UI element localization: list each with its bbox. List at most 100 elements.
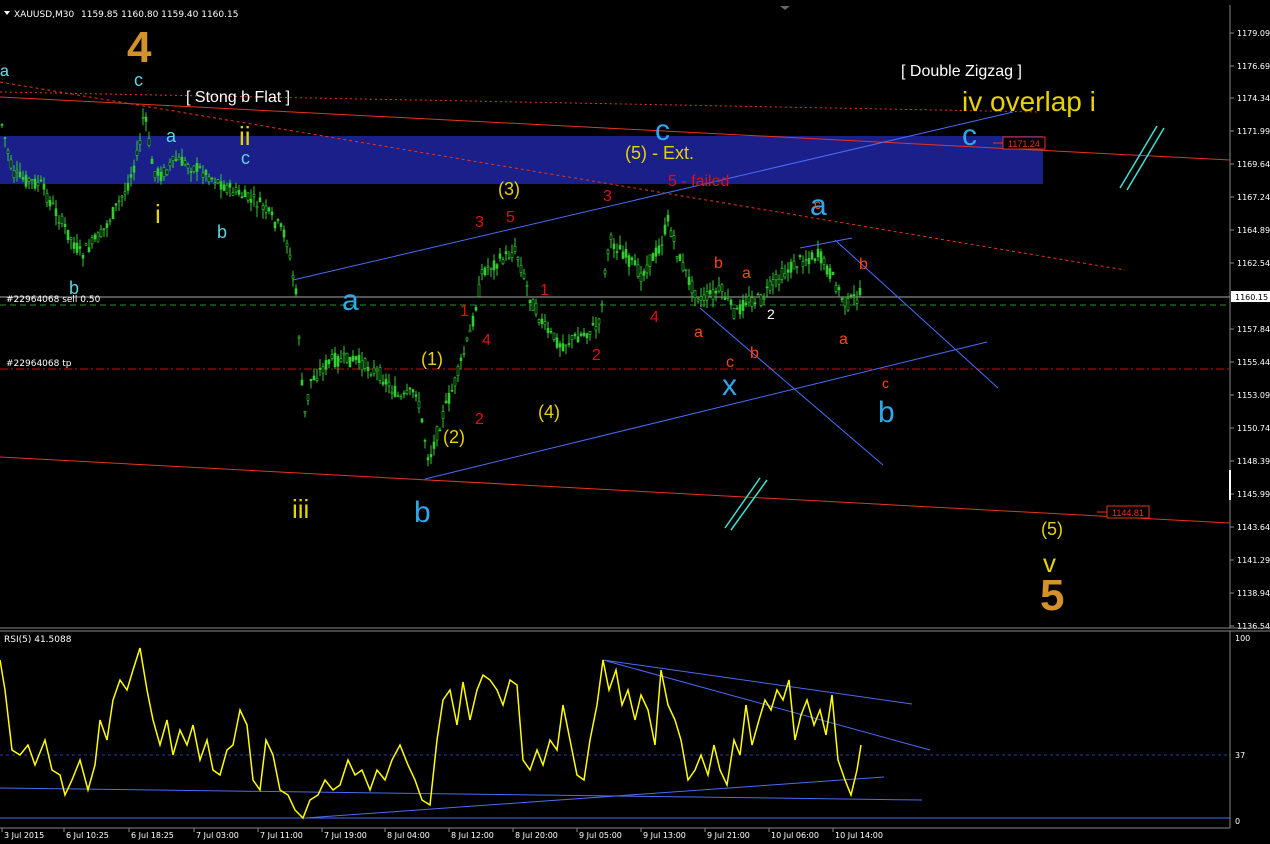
time-tick-label: 9 Jul 05:00 (579, 831, 622, 840)
time-tick-label: 8 Jul 12:00 (451, 831, 494, 840)
time-tick-label: 6 Jul 18:25 (131, 831, 174, 840)
candle (678, 253, 682, 262)
time-tick-label: 9 Jul 13:00 (643, 831, 686, 840)
time-tick-label: 7 Jul 19:00 (324, 831, 367, 840)
candle (759, 293, 763, 308)
wave-label: (1) (421, 349, 443, 369)
wave-label: (3) (498, 179, 520, 199)
price-tick-label: 1143.64 (1237, 523, 1270, 532)
wave-label: a (839, 331, 848, 348)
time-tick-label: 7 Jul 03:00 (196, 831, 239, 840)
price-tick-label: 1179.09 (1237, 29, 1270, 38)
price-tick-label: 1171.99 (1237, 127, 1270, 136)
wave-label: 3 (475, 214, 484, 231)
wave-label: (4) (538, 402, 560, 422)
wave-label: c (241, 148, 250, 168)
price-tick-label: 1169.64 (1237, 160, 1270, 169)
wave-label: i (155, 199, 161, 229)
wave-label: (2) (443, 427, 465, 447)
time-tick-label: 8 Jul 20:00 (515, 831, 558, 840)
wave-label: (5) (1041, 519, 1063, 539)
wave-label: c (814, 196, 821, 212)
price-tick-label: 1138.94 (1237, 589, 1270, 598)
wave-label: b (750, 345, 759, 362)
wave-label: c (655, 114, 670, 147)
wave-label: 4 (650, 309, 659, 326)
candle (651, 252, 655, 261)
wave-label: c (134, 70, 143, 90)
wave-label: c (962, 119, 977, 152)
sell-order-label: #22964068 sell 0.50 (6, 295, 101, 305)
price-tick-label: 1174.34 (1237, 94, 1270, 103)
svg-text:1144.81: 1144.81 (1112, 508, 1144, 518)
time-tick-label: 10 Jul 06:00 (771, 831, 819, 840)
price-tick-label: 1136.54 (1237, 622, 1270, 631)
wave-label: b (217, 222, 227, 242)
price-tick-label: 1167.24 (1237, 193, 1270, 202)
wave-label: 5 - failed (668, 173, 729, 190)
wave-label: 3 (603, 188, 612, 205)
candle (111, 206, 115, 220)
candle (483, 266, 487, 277)
wave-label: x (722, 369, 737, 402)
price-tick-label: 1148.39 (1237, 457, 1270, 466)
resistance-zone[interactable] (0, 136, 1043, 184)
wave-label: c (882, 375, 889, 391)
wave-label: a (0, 63, 9, 80)
current-price-value: 1160.15 (1235, 293, 1268, 302)
price-tick-label: 1157.84 (1237, 325, 1270, 334)
candle (732, 307, 736, 320)
time-tick-label: 6 Jul 10:25 (66, 831, 109, 840)
svg-text:1171.24: 1171.24 (1008, 139, 1040, 149)
rsi-level-0-label: 0 (1235, 817, 1240, 826)
price-tick-label: 1145.99 (1237, 490, 1270, 499)
wave-label: iii (292, 494, 309, 524)
wave-label: 2 (592, 347, 601, 364)
wave-label: 1 (460, 303, 469, 320)
wave-label: b (859, 256, 868, 273)
wave-label: 5 (506, 209, 515, 226)
candle (378, 364, 382, 384)
wave-label: iv overlap i (962, 86, 1096, 117)
price-tick-label: 1162.54 (1237, 259, 1270, 268)
time-tick-label: 7 Jul 11:00 (260, 831, 303, 840)
wave-label: 4 (127, 23, 152, 72)
time-tick-label: 3 Jul 2015 (4, 831, 44, 840)
time-tick-label: 8 Jul 04:00 (387, 831, 430, 840)
wave-label: b (414, 496, 431, 529)
chart-canvas[interactable]: 1171.24 1144.81 #22964068 sell 0.50 #229… (0, 0, 1270, 840)
wave-label: 2 (475, 411, 484, 428)
price-tick-label: 1176.69 (1237, 62, 1270, 71)
wave-label: 5 (1040, 571, 1064, 620)
wave-label: 2 (767, 306, 775, 322)
time-tick-label: 10 Jul 14:00 (835, 831, 883, 840)
candle (531, 298, 535, 311)
symbol-label: XAUUSD,M30 (14, 10, 74, 20)
price-tick-label: 1150.74 (1237, 424, 1270, 433)
wave-label: 1 (540, 282, 549, 299)
wave-label: b (69, 278, 79, 298)
wave-label: 4 (482, 332, 491, 349)
wave-label: a (166, 126, 177, 146)
candle (348, 356, 352, 368)
rsi-label: RSI(5) 41.5088 (4, 635, 72, 645)
ohlc-values: 1159.85 1160.80 1159.40 1160.15 (81, 10, 238, 20)
rsi-level-100-label: 100 (1235, 634, 1250, 643)
chart-background (0, 0, 1270, 840)
price-tick-label: 1153.09 (1237, 391, 1270, 400)
rsi-level-37-label: 37 (1235, 751, 1245, 760)
wave-label: b (878, 396, 895, 429)
wave-label: [ Double Zigzag ] (901, 63, 1022, 80)
wave-label: a (742, 265, 751, 282)
time-tick-label: 9 Jul 21:00 (707, 831, 750, 840)
price-tick-label: 1164.89 (1237, 226, 1270, 235)
candle (345, 352, 349, 364)
price-tick-label: 1155.44 (1237, 358, 1270, 367)
trading-chart[interactable]: 1171.24 1144.81 #22964068 sell 0.50 #229… (0, 0, 1270, 840)
candle (831, 271, 835, 276)
tp-order-label: #22964068 tp (6, 359, 72, 369)
wave-label: [ Stong b Flat ] (186, 89, 290, 106)
candle (96, 231, 100, 243)
wave-label: ii (239, 121, 251, 151)
wave-label: a (694, 324, 703, 341)
